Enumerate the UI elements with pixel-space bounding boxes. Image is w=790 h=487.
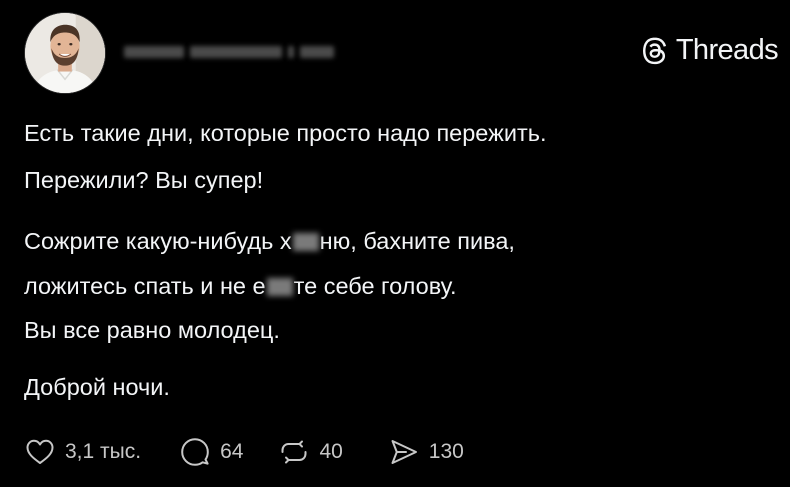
censored-word-blur [266,278,293,296]
post-text-fragment: те себе голову. [293,273,457,299]
author-username-blurred[interactable] [124,38,334,66]
like-count: 3,1 тыс. [65,440,142,463]
threads-post: Threads Есть такие дни, которые просто н… [0,0,790,487]
like-button[interactable]: 3,1 тыс. [24,436,141,468]
share-count: 130 [428,440,464,463]
blurred-name-part [124,46,184,58]
post-text-line: Пережили? Вы супер! [24,167,264,193]
post-actions-bar: 3,1 тыс. 64 40 130 [24,434,464,470]
post-text-fragment: ню, бахните пива, [319,228,515,254]
post-text-line: Сожрите какую-нибудь х ню, бахните пива, [24,227,515,256]
post-text-line: ложитесь спать и не е те себе голову. [24,272,457,301]
post-text-line: Вы все равно молодец. [24,317,280,343]
repost-icon [281,440,307,464]
threads-logo-icon [642,37,666,64]
reply-count: 64 [220,440,244,463]
threads-brand-label: Threads [675,34,779,66]
reply-button[interactable]: 64 [179,436,243,468]
heart-icon [26,439,54,464]
repost-button[interactable]: 40 [278,436,343,468]
blurred-name-part [300,46,334,58]
avatar[interactable] [24,12,106,94]
blurred-name-part [190,46,282,58]
share-button[interactable]: 130 [388,436,464,468]
post-text-fragment: Сожрите какую-нибудь х [24,228,292,254]
comment-icon [181,438,209,466]
avatar-photo [25,13,105,93]
blurred-name-part [288,46,294,58]
post-text-line: Есть такие дни, которые просто надо пере… [24,120,547,146]
threads-brand[interactable]: Threads [640,34,779,67]
post-text-fragment: ложитесь спать и не е [24,273,266,299]
repost-count: 40 [319,440,343,463]
post-text-line: Доброй ночи. [24,374,170,400]
censored-word-blur [292,233,319,251]
send-icon [391,440,417,464]
